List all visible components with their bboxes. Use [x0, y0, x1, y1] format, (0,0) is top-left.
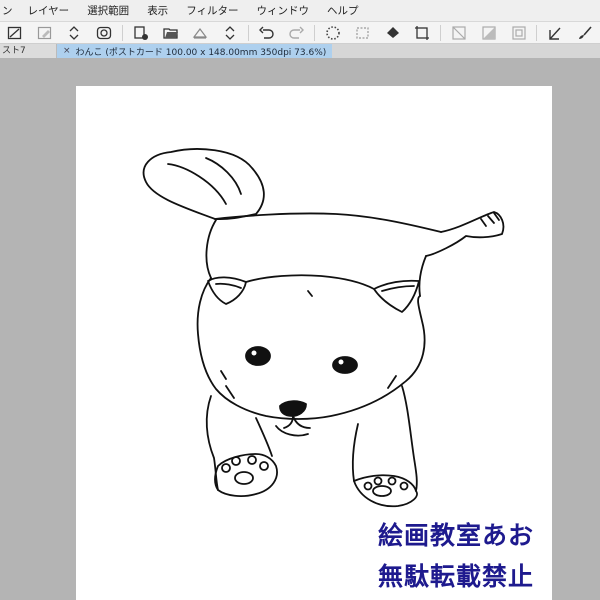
document-tab-active[interactable]: × わんこ (ポストカード 100.00 x 148.00mm 350dpi 7… [57, 44, 333, 58]
new-layer-icon[interactable] [130, 24, 152, 42]
menu-item-filter[interactable]: フィルター [177, 3, 247, 18]
line-tool-icon[interactable] [544, 24, 566, 42]
up-down-arrows-icon[interactable] [219, 24, 241, 42]
brush-tool-icon[interactable] [574, 24, 596, 42]
loading-spinner-icon[interactable] [322, 24, 344, 42]
close-icon[interactable]: × [63, 46, 71, 56]
toolbar-separator [314, 24, 316, 41]
watermark-line-1: 絵画教室あお [378, 521, 535, 550]
frame-box-icon[interactable] [508, 24, 530, 42]
toolbar-separator [536, 24, 538, 41]
document-tab-bar: スト7 × わんこ (ポストカード 100.00 x 148.00mm 350d… [0, 44, 600, 58]
command-bar [0, 22, 600, 44]
menu-bar: ン レイヤー 選択範囲 表示 フィルター ウィンドウ ヘルプ [0, 0, 600, 22]
toolbar-separator [440, 24, 442, 41]
fill-icon[interactable] [382, 24, 404, 42]
eraser-icon[interactable] [34, 24, 56, 42]
transform-icon[interactable] [4, 24, 26, 42]
up-down-arrows-icon[interactable] [63, 24, 85, 42]
menu-item-help[interactable]: ヘルプ [318, 3, 368, 18]
select-icon[interactable] [352, 24, 374, 42]
menu-item-partial[interactable]: ン [0, 3, 19, 18]
menu-item-layer[interactable]: レイヤー [19, 3, 79, 18]
crop-icon[interactable] [412, 24, 434, 42]
menu-item-window[interactable]: ウィンドウ [247, 3, 318, 18]
redo-icon[interactable] [286, 24, 308, 42]
document-tab-previous[interactable]: スト7 [0, 44, 57, 58]
slash-box-icon[interactable] [448, 24, 470, 42]
undo-icon[interactable] [256, 24, 278, 42]
toolbar-separator [121, 24, 123, 41]
save-icon[interactable] [189, 24, 211, 42]
document-tab-title: わんこ (ポストカード 100.00 x 148.00mm 350dpi 73.… [75, 47, 327, 58]
menu-item-view[interactable]: 表示 [138, 3, 177, 18]
watermark-line-2: 無駄転載禁止 [378, 562, 535, 591]
view-icon[interactable] [93, 24, 115, 42]
gradient-box-icon[interactable] [478, 24, 500, 42]
open-folder-icon[interactable] [160, 24, 182, 42]
toolbar-separator [247, 24, 249, 41]
menu-item-selection[interactable]: 選択範囲 [78, 3, 138, 18]
